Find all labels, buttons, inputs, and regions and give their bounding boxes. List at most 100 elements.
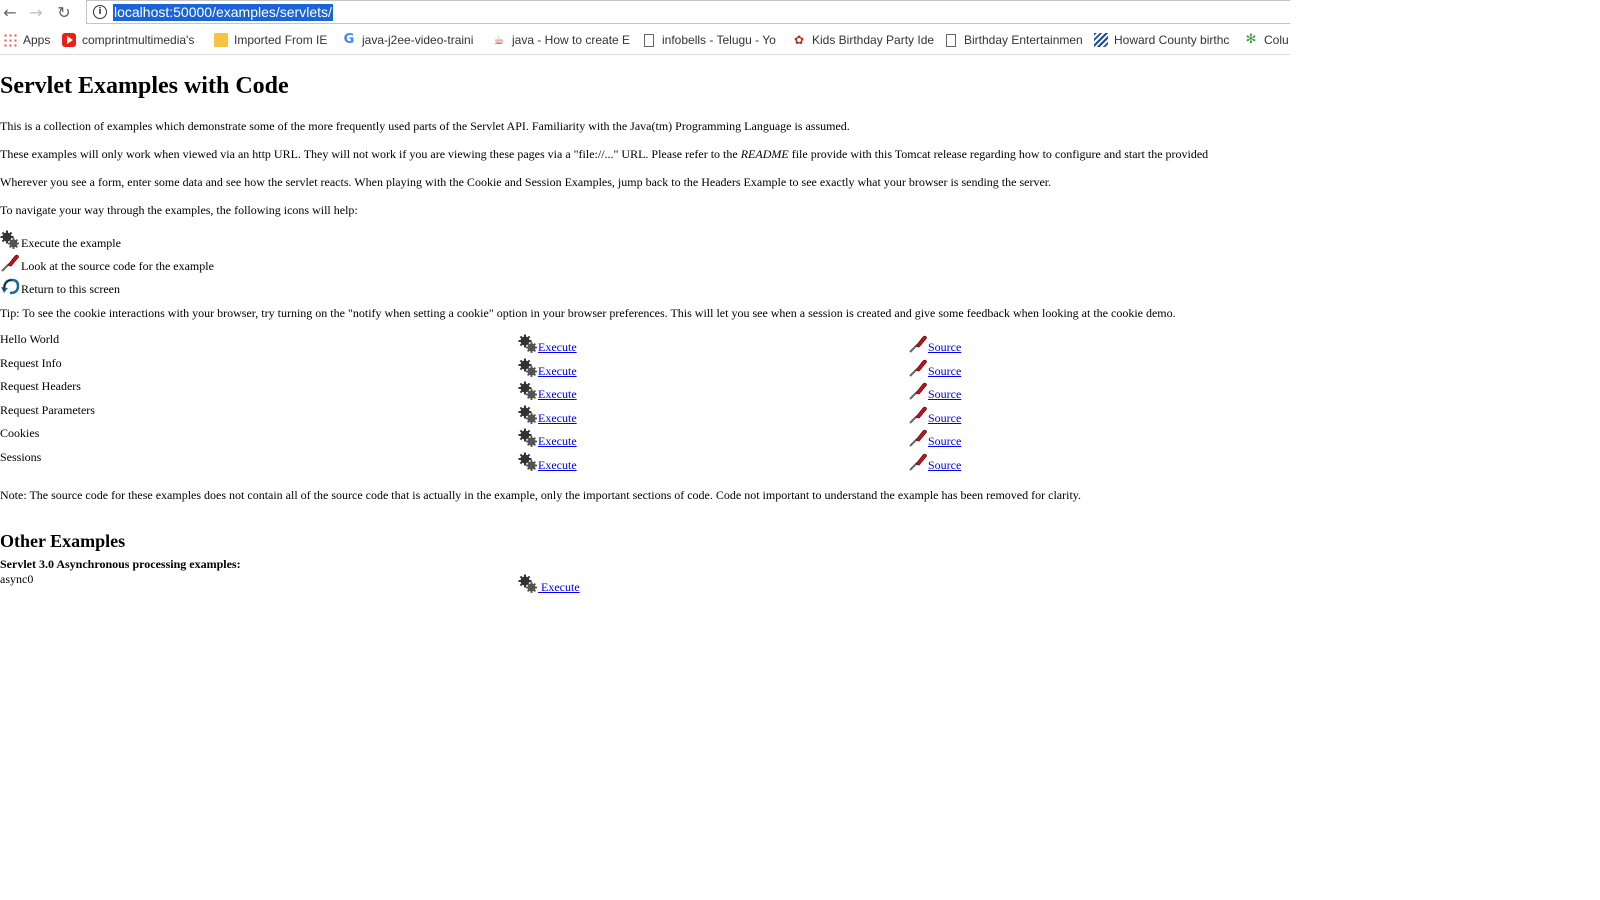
bookmark-apps[interactable]: Apps bbox=[3, 29, 50, 51]
execute-cell: Execute bbox=[518, 403, 577, 425]
reload-icon[interactable]: ↻ bbox=[54, 3, 74, 23]
form-note: Wherever you see a form, enter some data… bbox=[0, 175, 1052, 189]
execute-gear-icon bbox=[0, 230, 19, 249]
table-row: Sessions Execute Source bbox=[0, 450, 1200, 474]
example-name: Cookies bbox=[0, 426, 40, 441]
source-pen-icon[interactable] bbox=[908, 428, 928, 448]
source-link[interactable]: Source bbox=[928, 364, 961, 378]
address-bar[interactable]: i localhost:50000/examples/servlets/ bbox=[86, 0, 1290, 24]
source-pen-icon[interactable] bbox=[908, 381, 928, 401]
execute-gear-icon[interactable] bbox=[518, 574, 538, 594]
legend-execute: Execute the example bbox=[0, 230, 121, 250]
execute-gear-icon[interactable] bbox=[518, 405, 538, 425]
example-name: Hello World bbox=[0, 332, 60, 346]
bookmarks-bar: Apps comprintmultimedia's Imported From … bbox=[0, 29, 1290, 51]
execute-link[interactable]: Execute bbox=[538, 458, 577, 472]
execute-link[interactable]: Execute bbox=[538, 387, 577, 401]
source-cell: Source bbox=[908, 403, 961, 425]
example-name: Request Parameters bbox=[0, 402, 95, 417]
back-arrow-icon[interactable]: ← bbox=[0, 3, 20, 23]
legend-return-label: Return to this screen bbox=[21, 282, 120, 296]
execute-gear-icon[interactable] bbox=[518, 428, 538, 448]
readme-text: README bbox=[740, 147, 789, 161]
execute-cell: Execute bbox=[518, 332, 577, 354]
execute-cell: Execute bbox=[518, 450, 577, 472]
execute-gear-icon[interactable] bbox=[518, 452, 538, 472]
table-row: Request Info Execute Source bbox=[0, 356, 1200, 380]
google-icon: G bbox=[343, 32, 355, 47]
async-execute-link[interactable]: Execute bbox=[538, 580, 580, 594]
java-icon: ☕ bbox=[493, 33, 505, 47]
execute-cell: Execute bbox=[518, 426, 577, 448]
source-cell: Source bbox=[908, 332, 961, 354]
source-link[interactable]: Source bbox=[928, 411, 961, 425]
page-title: Servlet Examples with Code bbox=[0, 73, 289, 99]
bookmark-infobells[interactable]: infobells - Telugu - Yo bbox=[642, 29, 782, 51]
async-execute-cell: Execute bbox=[518, 572, 580, 594]
howard-county-icon bbox=[1094, 33, 1108, 47]
bookmark-kids-birthday[interactable]: ✿ Kids Birthday Party Ide bbox=[792, 29, 934, 51]
browser-chrome: ← → ↻ i localhost:50000/examples/servlet… bbox=[0, 0, 1290, 55]
source-pen-icon[interactable] bbox=[908, 334, 928, 354]
http-note: These examples will only work when viewe… bbox=[0, 147, 1209, 161]
table-row: Request Parameters Execute Source bbox=[0, 403, 1200, 427]
execute-cell: Execute bbox=[518, 379, 577, 401]
source-link[interactable]: Source bbox=[928, 340, 961, 354]
bookmark-birthday-entertainment[interactable]: Birthday Entertainmen bbox=[944, 29, 1086, 51]
source-link[interactable]: Source bbox=[928, 458, 961, 472]
execute-gear-icon[interactable] bbox=[518, 381, 538, 401]
page-icon bbox=[644, 33, 654, 47]
star-icon: ✻ bbox=[1245, 32, 1257, 47]
source-cell: Source bbox=[908, 379, 961, 401]
legend-source: Look at the source code for the example bbox=[0, 253, 214, 273]
legend-return: Return to this screen bbox=[0, 276, 120, 296]
page-icon bbox=[946, 33, 956, 47]
legend-execute-label: Execute the example bbox=[21, 236, 121, 250]
source-link[interactable]: Source bbox=[928, 434, 961, 448]
table-row: Request Headers Execute Source bbox=[0, 379, 1200, 403]
other-examples-heading: Other Examples bbox=[0, 531, 126, 551]
bookmark-imported-from-ie[interactable]: Imported From IE bbox=[214, 29, 327, 51]
execute-link[interactable]: Execute bbox=[538, 364, 577, 378]
address-url[interactable]: localhost:50000/examples/servlets/ bbox=[113, 4, 333, 21]
folder-icon bbox=[214, 33, 228, 47]
bookmark-java-j2ee[interactable]: G java-j2ee-video-traini bbox=[342, 29, 482, 51]
tip-text: Tip: To see the cookie interactions with… bbox=[0, 306, 1176, 320]
intro-text: This is a collection of examples which d… bbox=[0, 119, 850, 133]
execute-gear-icon[interactable] bbox=[518, 358, 538, 378]
kids-icon: ✿ bbox=[793, 33, 805, 47]
example-name: Sessions bbox=[0, 450, 42, 464]
bookmark-comprintmultimedia[interactable]: comprintmultimedia's bbox=[62, 29, 202, 51]
legend-source-label: Look at the source code for the example bbox=[21, 259, 214, 273]
bookmark-colu[interactable]: ✻ Colu bbox=[1244, 29, 1290, 51]
execute-link[interactable]: Execute bbox=[538, 434, 577, 448]
execute-link[interactable]: Execute bbox=[538, 411, 577, 425]
youtube-icon bbox=[62, 33, 76, 47]
bookmark-java-how-to[interactable]: ☕ java - How to create E bbox=[492, 29, 632, 51]
nav-note: To navigate your way through the example… bbox=[0, 203, 358, 217]
source-cell: Source bbox=[908, 450, 961, 472]
example-name: Request Headers bbox=[0, 379, 81, 394]
source-link[interactable]: Source bbox=[928, 387, 961, 401]
async-name: async0 bbox=[0, 572, 34, 586]
source-pen-icon[interactable] bbox=[908, 452, 928, 472]
apps-icon bbox=[3, 33, 17, 47]
source-cell: Source bbox=[908, 426, 961, 448]
source-cell: Source bbox=[908, 356, 961, 378]
return-arrow-icon bbox=[1, 278, 20, 295]
source-pen-icon bbox=[1, 254, 19, 272]
source-note: Note: The source code for these examples… bbox=[0, 488, 1081, 502]
async-heading: Servlet 3.0 Asynchronous processing exam… bbox=[0, 557, 241, 571]
table-row: Hello World Execute Source bbox=[0, 332, 1200, 356]
execute-cell: Execute bbox=[518, 356, 577, 378]
execute-gear-icon[interactable] bbox=[518, 334, 538, 354]
source-pen-icon[interactable] bbox=[908, 405, 928, 425]
table-row: Cookies Execute Source bbox=[0, 426, 1200, 450]
forward-arrow-icon[interactable]: → bbox=[26, 3, 46, 23]
async-row: async0 Execute bbox=[0, 572, 1200, 596]
execute-link[interactable]: Execute bbox=[538, 340, 577, 354]
example-name: Request Info bbox=[0, 355, 62, 370]
source-pen-icon[interactable] bbox=[908, 358, 928, 378]
bookmark-howard-county[interactable]: Howard County birthc bbox=[1094, 29, 1234, 51]
info-icon[interactable]: i bbox=[93, 5, 107, 19]
